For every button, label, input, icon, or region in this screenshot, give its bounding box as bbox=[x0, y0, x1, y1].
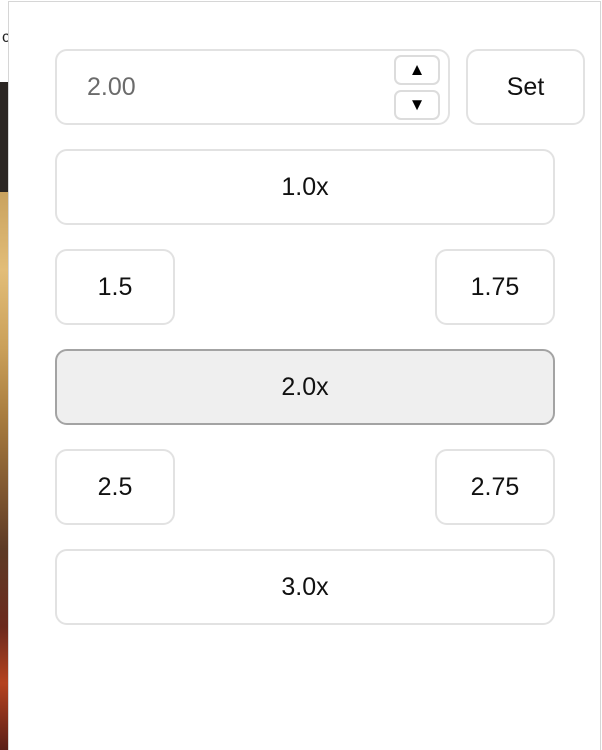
preset-2-5-button[interactable]: 2.5 bbox=[55, 449, 175, 525]
preset-1-5-button[interactable]: 1.5 bbox=[55, 249, 175, 325]
preset-3x-button[interactable]: 3.0x bbox=[55, 549, 555, 625]
increment-arrow-icon[interactable]: ▲ bbox=[394, 55, 440, 85]
preset-2-75-button[interactable]: 2.75 bbox=[435, 449, 555, 525]
background-header-band bbox=[0, 82, 8, 192]
speed-popup: 2.00 ▲ ▼ Set 1.0x 1.5 1.75 2.0x 2.5 2.75… bbox=[8, 1, 601, 750]
speed-number-input[interactable]: 2.00 ▲ ▼ bbox=[55, 49, 450, 125]
decrement-arrow-icon[interactable]: ▼ bbox=[394, 90, 440, 120]
preset-2x-button[interactable]: 2.0x bbox=[55, 349, 555, 425]
preset-1x-button[interactable]: 1.0x bbox=[55, 149, 555, 225]
background-video-frame bbox=[0, 192, 8, 750]
background-page: c bbox=[0, 0, 8, 750]
preset-1-75-button[interactable]: 1.75 bbox=[435, 249, 555, 325]
set-speed-button[interactable]: Set bbox=[466, 49, 585, 125]
speed-input-value[interactable]: 2.00 bbox=[87, 51, 136, 123]
